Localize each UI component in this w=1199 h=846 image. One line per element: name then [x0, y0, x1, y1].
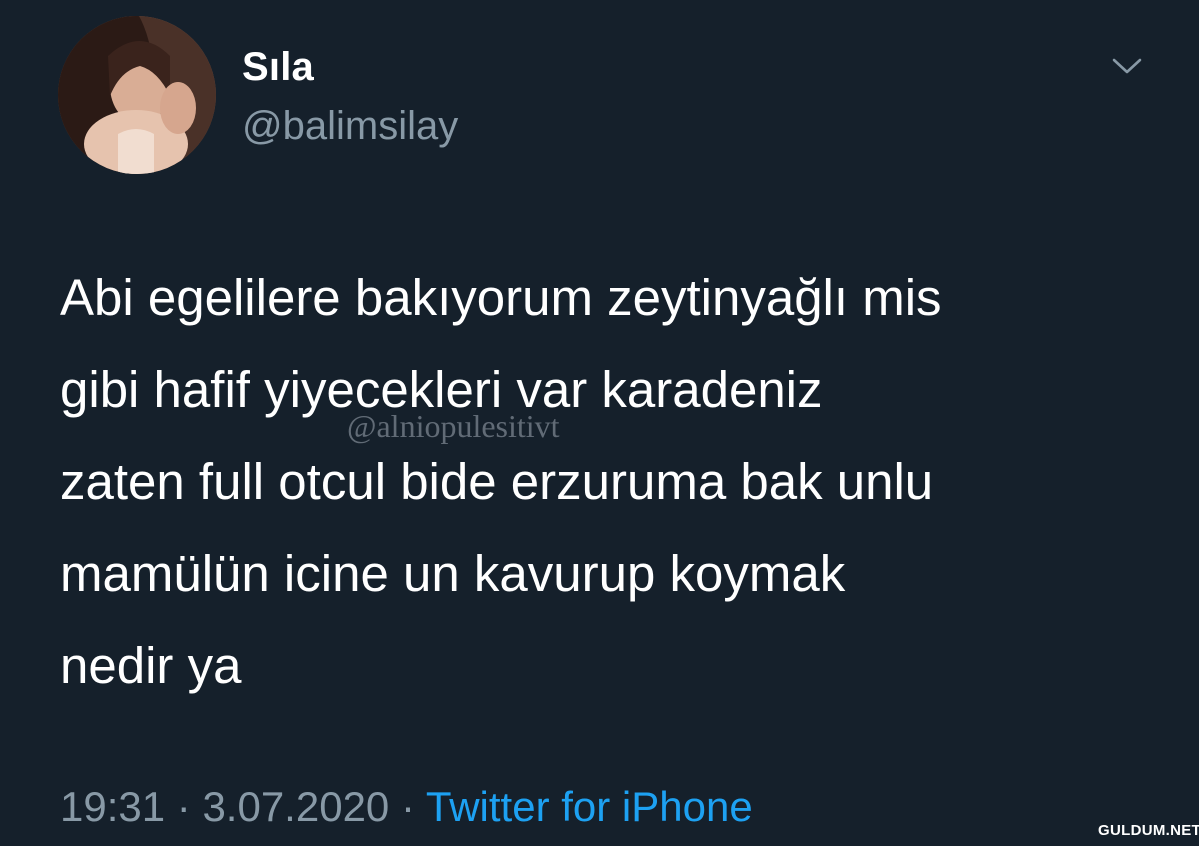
- tweet-date[interactable]: 3.07.2020: [202, 783, 389, 830]
- meta-separator: ·: [165, 783, 203, 830]
- meta-separator: ·: [389, 783, 426, 830]
- tweet-card: Sıla @balimsilay Abi egelilere bakıyorum…: [0, 0, 1199, 846]
- avatar[interactable]: [58, 16, 216, 174]
- tweet-text: Abi egelilere bakıyorum zeytinyağlı mis …: [60, 252, 1160, 712]
- tweet-text-line: zaten full otcul bide erzuruma bak unlu: [60, 453, 934, 510]
- tweet-text-line: gibi hafif yiyecekleri var karadeniz: [60, 361, 823, 418]
- display-name[interactable]: Sıla: [242, 44, 314, 90]
- chevron-down-icon[interactable]: [1110, 52, 1144, 78]
- tweet-time[interactable]: 19:31: [60, 783, 165, 830]
- user-handle[interactable]: @balimsilay: [242, 103, 458, 149]
- tweet-text-line: mamülün icine un kavurup koymak: [60, 545, 846, 602]
- tweet-source-link[interactable]: Twitter for iPhone: [426, 783, 753, 830]
- watermark: @alniopulesitivt: [347, 408, 560, 444]
- avatar-image: [58, 16, 216, 174]
- tweet-text-line: nedir ya: [60, 637, 242, 694]
- site-badge: GULDUM.NET: [1098, 822, 1199, 839]
- tweet-text-line: Abi egelilere bakıyorum zeytinyağlı mis: [60, 269, 942, 326]
- tweet-meta: 19:31 · 3.07.2020 · Twitter for iPhone: [60, 782, 753, 832]
